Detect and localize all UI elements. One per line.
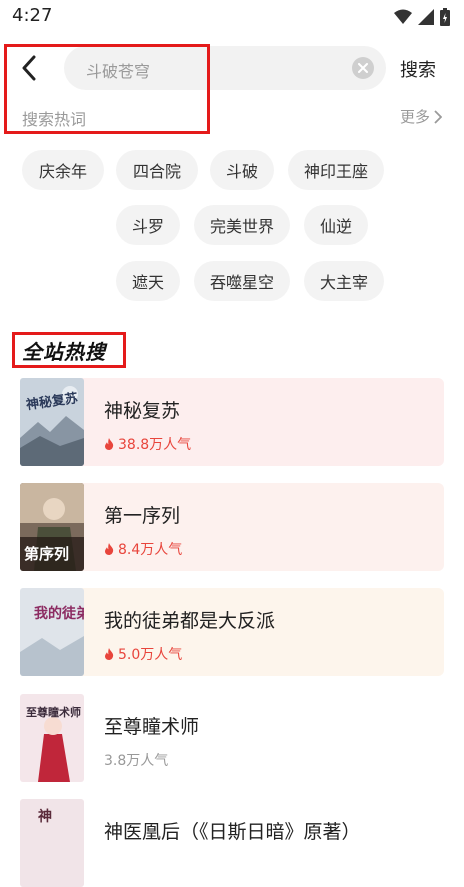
hot-tag[interactable]: 大主宰: [304, 261, 384, 301]
popularity-value: 5.0万人气: [118, 647, 183, 663]
hot-tag-label: 斗罗: [131, 217, 164, 236]
hot-tag-label: 仙逆: [319, 217, 352, 236]
hot-tag-label: 神印王座: [303, 162, 368, 181]
book-title: 神医凰后（《日斯日暗》原著）: [104, 821, 361, 843]
hot-words-header: 搜索热词 更多: [0, 102, 464, 130]
book-title: 至尊瞳术师: [104, 716, 200, 738]
hot-tag-label: 四合院: [132, 162, 181, 181]
ranking-item[interactable]: 第序列 第一序列 8.4万人气: [20, 483, 444, 571]
hot-tag[interactable]: 四合院: [116, 150, 198, 190]
search-button[interactable]: 搜索: [400, 56, 436, 82]
hot-tag[interactable]: 神印王座: [288, 150, 384, 190]
status-icons: [394, 8, 450, 26]
book-cover: 神秘复苏: [20, 378, 84, 466]
popularity: 3.8万人气: [104, 750, 168, 770]
hot-tag-label: 庆余年: [38, 162, 87, 181]
signal-icon: [418, 9, 434, 25]
hot-tag-label: 吞噬星空: [209, 273, 274, 292]
book-title: 我的徒弟都是大反派: [104, 610, 276, 632]
status-time: 4:27: [12, 5, 53, 26]
popularity-value: 8.4万人气: [118, 542, 183, 558]
hot-tag[interactable]: 斗罗: [116, 205, 180, 245]
clear-search-button[interactable]: [352, 57, 374, 79]
search-input[interactable]: 斗破苍穹: [64, 46, 386, 90]
popularity-value: 3.8万人气: [104, 753, 169, 769]
hot-tag[interactable]: 遮天: [116, 261, 180, 301]
book-title: 神秘复苏: [104, 400, 181, 422]
ranking-item[interactable]: 至尊瞳术师 至尊瞳术师 3.8万人气: [20, 694, 444, 782]
status-bar: 4:27: [0, 0, 464, 34]
back-button[interactable]: [14, 52, 44, 84]
fire-icon: [105, 543, 114, 555]
book-cover: 我的徒弟: [20, 588, 84, 676]
search-row: 斗破苍穹 搜索: [0, 44, 464, 92]
book-cover: 第序列: [20, 483, 84, 571]
book-title: 第一序列: [104, 505, 181, 527]
more-link[interactable]: 更多: [400, 106, 442, 127]
ranking-item[interactable]: 神 神医凰后（《日斯日暗》原著）: [20, 799, 444, 887]
hot-tag-label: 斗破: [225, 162, 258, 181]
fire-icon: [105, 438, 114, 450]
popularity: 38.8万人气: [104, 434, 191, 454]
book-cover: 至尊瞳术师: [20, 694, 84, 782]
hot-tag-label: 完美世界: [209, 217, 274, 236]
svg-text:至尊瞳术师: 至尊瞳术师: [26, 705, 81, 719]
more-label: 更多: [399, 108, 430, 126]
hot-tag-label: 大主宰: [319, 273, 368, 292]
popularity: 5.0万人气: [104, 644, 182, 664]
book-cover: 神: [20, 799, 84, 887]
close-icon: [358, 63, 368, 73]
svg-text:神: 神: [38, 808, 52, 825]
hot-tag[interactable]: 斗破: [210, 150, 274, 190]
back-arrow-icon: [22, 55, 36, 81]
hot-tag[interactable]: 完美世界: [194, 205, 290, 245]
popularity-value: 38.8万人气: [118, 437, 192, 453]
popularity: 8.4万人气: [104, 539, 182, 559]
ranking-item[interactable]: 我的徒弟 我的徒弟都是大反派 5.0万人气: [20, 588, 444, 676]
search-input-text: 斗破苍穹: [86, 62, 151, 81]
section-title-hot-ranking: 全站热搜: [22, 340, 106, 364]
ranking-item[interactable]: 神秘复苏 神秘复苏 38.8万人气: [20, 378, 444, 466]
chevron-right-icon: [434, 109, 442, 124]
svg-text:我的徒弟: 我的徒弟: [34, 605, 84, 622]
battery-icon: [440, 8, 450, 26]
hot-tag[interactable]: 吞噬星空: [194, 261, 290, 301]
hot-tag[interactable]: 仙逆: [304, 205, 368, 245]
hot-words-title: 搜索热词: [22, 110, 87, 129]
hot-tag-label: 遮天: [131, 273, 164, 292]
wifi-icon: [394, 9, 412, 24]
svg-text:第序列: 第序列: [24, 545, 69, 563]
hot-tag[interactable]: 庆余年: [22, 150, 104, 190]
fire-icon: [105, 648, 114, 660]
